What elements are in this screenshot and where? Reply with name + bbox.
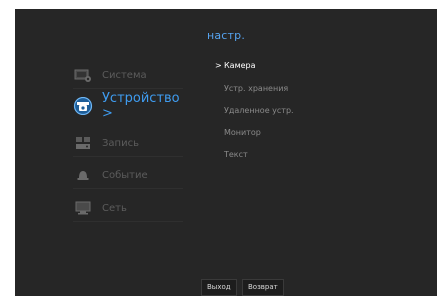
- submenu-item-label: Устр. хранения: [224, 84, 289, 93]
- exit-button[interactable]: Выход: [201, 279, 237, 296]
- recorder-icon: [73, 135, 93, 151]
- menu-item-device[interactable]: Устройство >: [73, 91, 183, 121]
- submenu-item-text[interactable]: Текст: [224, 150, 248, 159]
- setup-screen: настр. Система Устройство > Запись Событ…: [15, 9, 437, 296]
- submenu-item-label: Камера: [224, 61, 256, 70]
- submenu-item-remote-device[interactable]: Удаленное устр.: [224, 106, 294, 115]
- camera-device-icon: [73, 97, 93, 115]
- system-settings-icon: [73, 67, 93, 83]
- menu-item-record[interactable]: Запись: [73, 130, 183, 157]
- submenu-item-camera[interactable]: > Камера: [215, 61, 256, 70]
- selected-marker: >: [215, 61, 222, 70]
- back-button[interactable]: Возврат: [242, 279, 284, 296]
- submenu-item-label: Удаленное устр.: [224, 106, 294, 115]
- menu-item-label: Система: [102, 69, 147, 81]
- event-bell-icon: [73, 167, 93, 183]
- menu-item-network[interactable]: Сеть: [73, 195, 183, 222]
- menu-item-label: Запись: [102, 137, 139, 149]
- submenu-item-storage[interactable]: Устр. хранения: [224, 84, 288, 93]
- menu-item-label: Устройство >: [102, 91, 180, 121]
- submenu-item-monitor[interactable]: Монитор: [224, 128, 261, 137]
- network-monitor-icon: [73, 200, 93, 216]
- submenu-item-label: Монитор: [224, 128, 261, 137]
- menu-item-label: Событие: [102, 169, 148, 181]
- menu-item-system[interactable]: Система: [73, 62, 183, 89]
- submenu-item-label: Текст: [224, 150, 248, 159]
- menu-item-label: Сеть: [102, 202, 127, 214]
- page-title: настр.: [206, 29, 246, 42]
- menu-item-event[interactable]: Событие: [73, 162, 183, 189]
